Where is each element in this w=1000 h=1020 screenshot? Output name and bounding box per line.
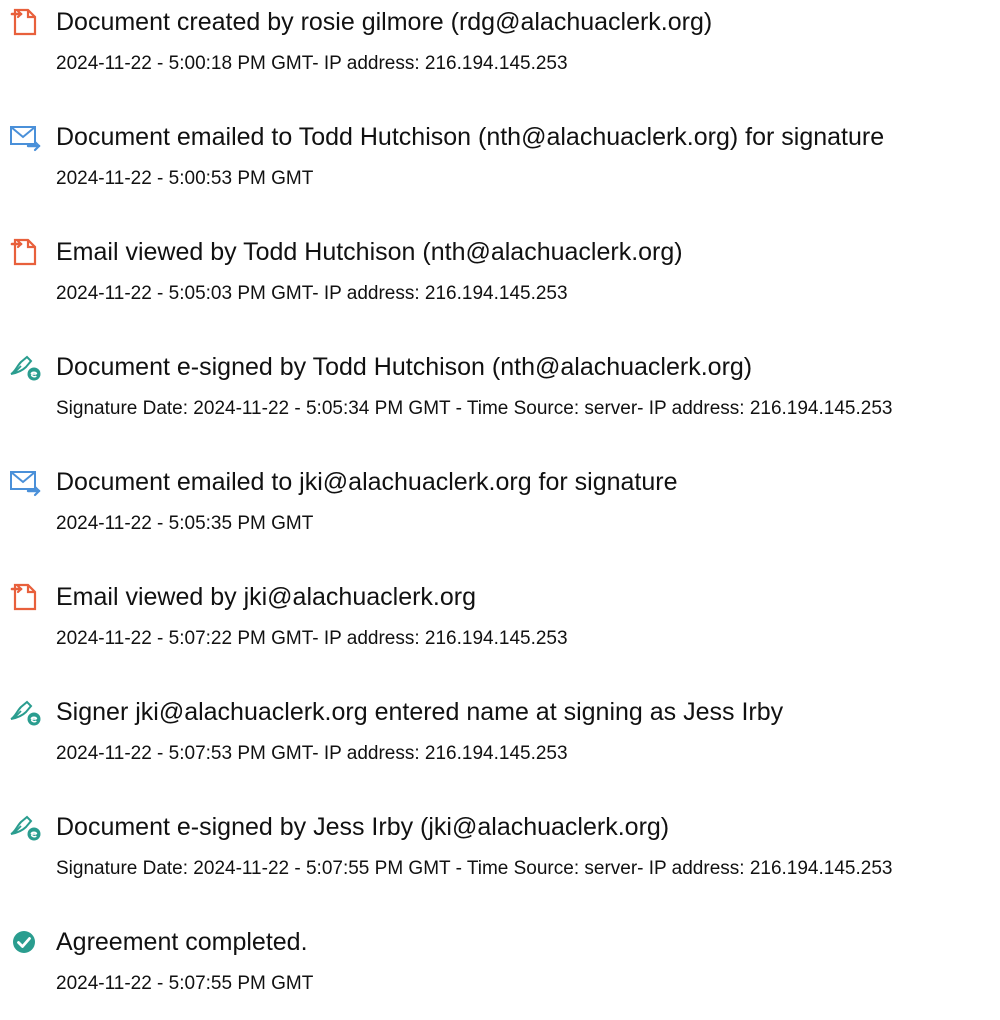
entry-title: Agreement completed.	[56, 928, 308, 956]
check-circle-icon	[8, 927, 42, 957]
audit-entry: Email viewed by jki@alachuaclerk.org 202…	[0, 575, 1000, 675]
email-viewed-icon	[8, 237, 42, 267]
email-sent-icon	[8, 122, 42, 152]
entry-title: Document emailed to jki@alachuaclerk.org…	[56, 468, 678, 496]
audit-entry: Document e-signed by Todd Hutchison (nth…	[0, 345, 1000, 445]
document-created-icon	[8, 7, 42, 37]
email-viewed-icon	[8, 582, 42, 612]
audit-entry: Email viewed by Todd Hutchison (nth@alac…	[0, 230, 1000, 330]
entry-detail: 2024-11-22 - 5:07:55 PM GMT	[56, 973, 314, 994]
entry-title: Document emailed to Todd Hutchison (nth@…	[56, 123, 885, 151]
audit-entry: Document created by rosie gilmore (rdg@a…	[0, 0, 1000, 100]
audit-entry: Document emailed to jki@alachuaclerk.org…	[0, 460, 1000, 560]
entry-detail: 2024-11-22 - 5:00:18 PM GMT- IP address:…	[56, 53, 568, 74]
email-sent-icon	[8, 467, 42, 497]
esign-pen-icon	[8, 812, 42, 842]
audit-entry: Document emailed to Todd Hutchison (nth@…	[0, 115, 1000, 215]
entry-title: Document e-signed by Jess Irby (jki@alac…	[56, 813, 670, 841]
entry-title: Email viewed by jki@alachuaclerk.org	[56, 583, 476, 611]
entry-title: Document created by rosie gilmore (rdg@a…	[56, 8, 713, 36]
entry-title: Email viewed by Todd Hutchison (nth@alac…	[56, 238, 683, 266]
entry-detail: Signature Date: 2024-11-22 - 5:07:55 PM …	[56, 858, 893, 879]
audit-entry: Document e-signed by Jess Irby (jki@alac…	[0, 805, 1000, 905]
entry-detail: 2024-11-22 - 5:07:22 PM GMT- IP address:…	[56, 628, 568, 649]
entry-detail: 2024-11-22 - 5:07:53 PM GMT- IP address:…	[56, 743, 568, 764]
entry-title: Document e-signed by Todd Hutchison (nth…	[56, 353, 753, 381]
entry-title: Signer jki@alachuaclerk.org entered name…	[56, 698, 784, 726]
esign-pen-icon	[8, 352, 42, 382]
entry-detail: 2024-11-22 - 5:05:03 PM GMT- IP address:…	[56, 283, 568, 304]
audit-entry: Agreement completed. 2024-11-22 - 5:07:5…	[0, 920, 1000, 1020]
audit-entry: Signer jki@alachuaclerk.org entered name…	[0, 690, 1000, 790]
entry-detail: 2024-11-22 - 5:00:53 PM GMT	[56, 168, 314, 189]
entry-detail: Signature Date: 2024-11-22 - 5:05:34 PM …	[56, 398, 893, 419]
esign-pen-icon	[8, 697, 42, 727]
entry-detail: 2024-11-22 - 5:05:35 PM GMT	[56, 513, 314, 534]
